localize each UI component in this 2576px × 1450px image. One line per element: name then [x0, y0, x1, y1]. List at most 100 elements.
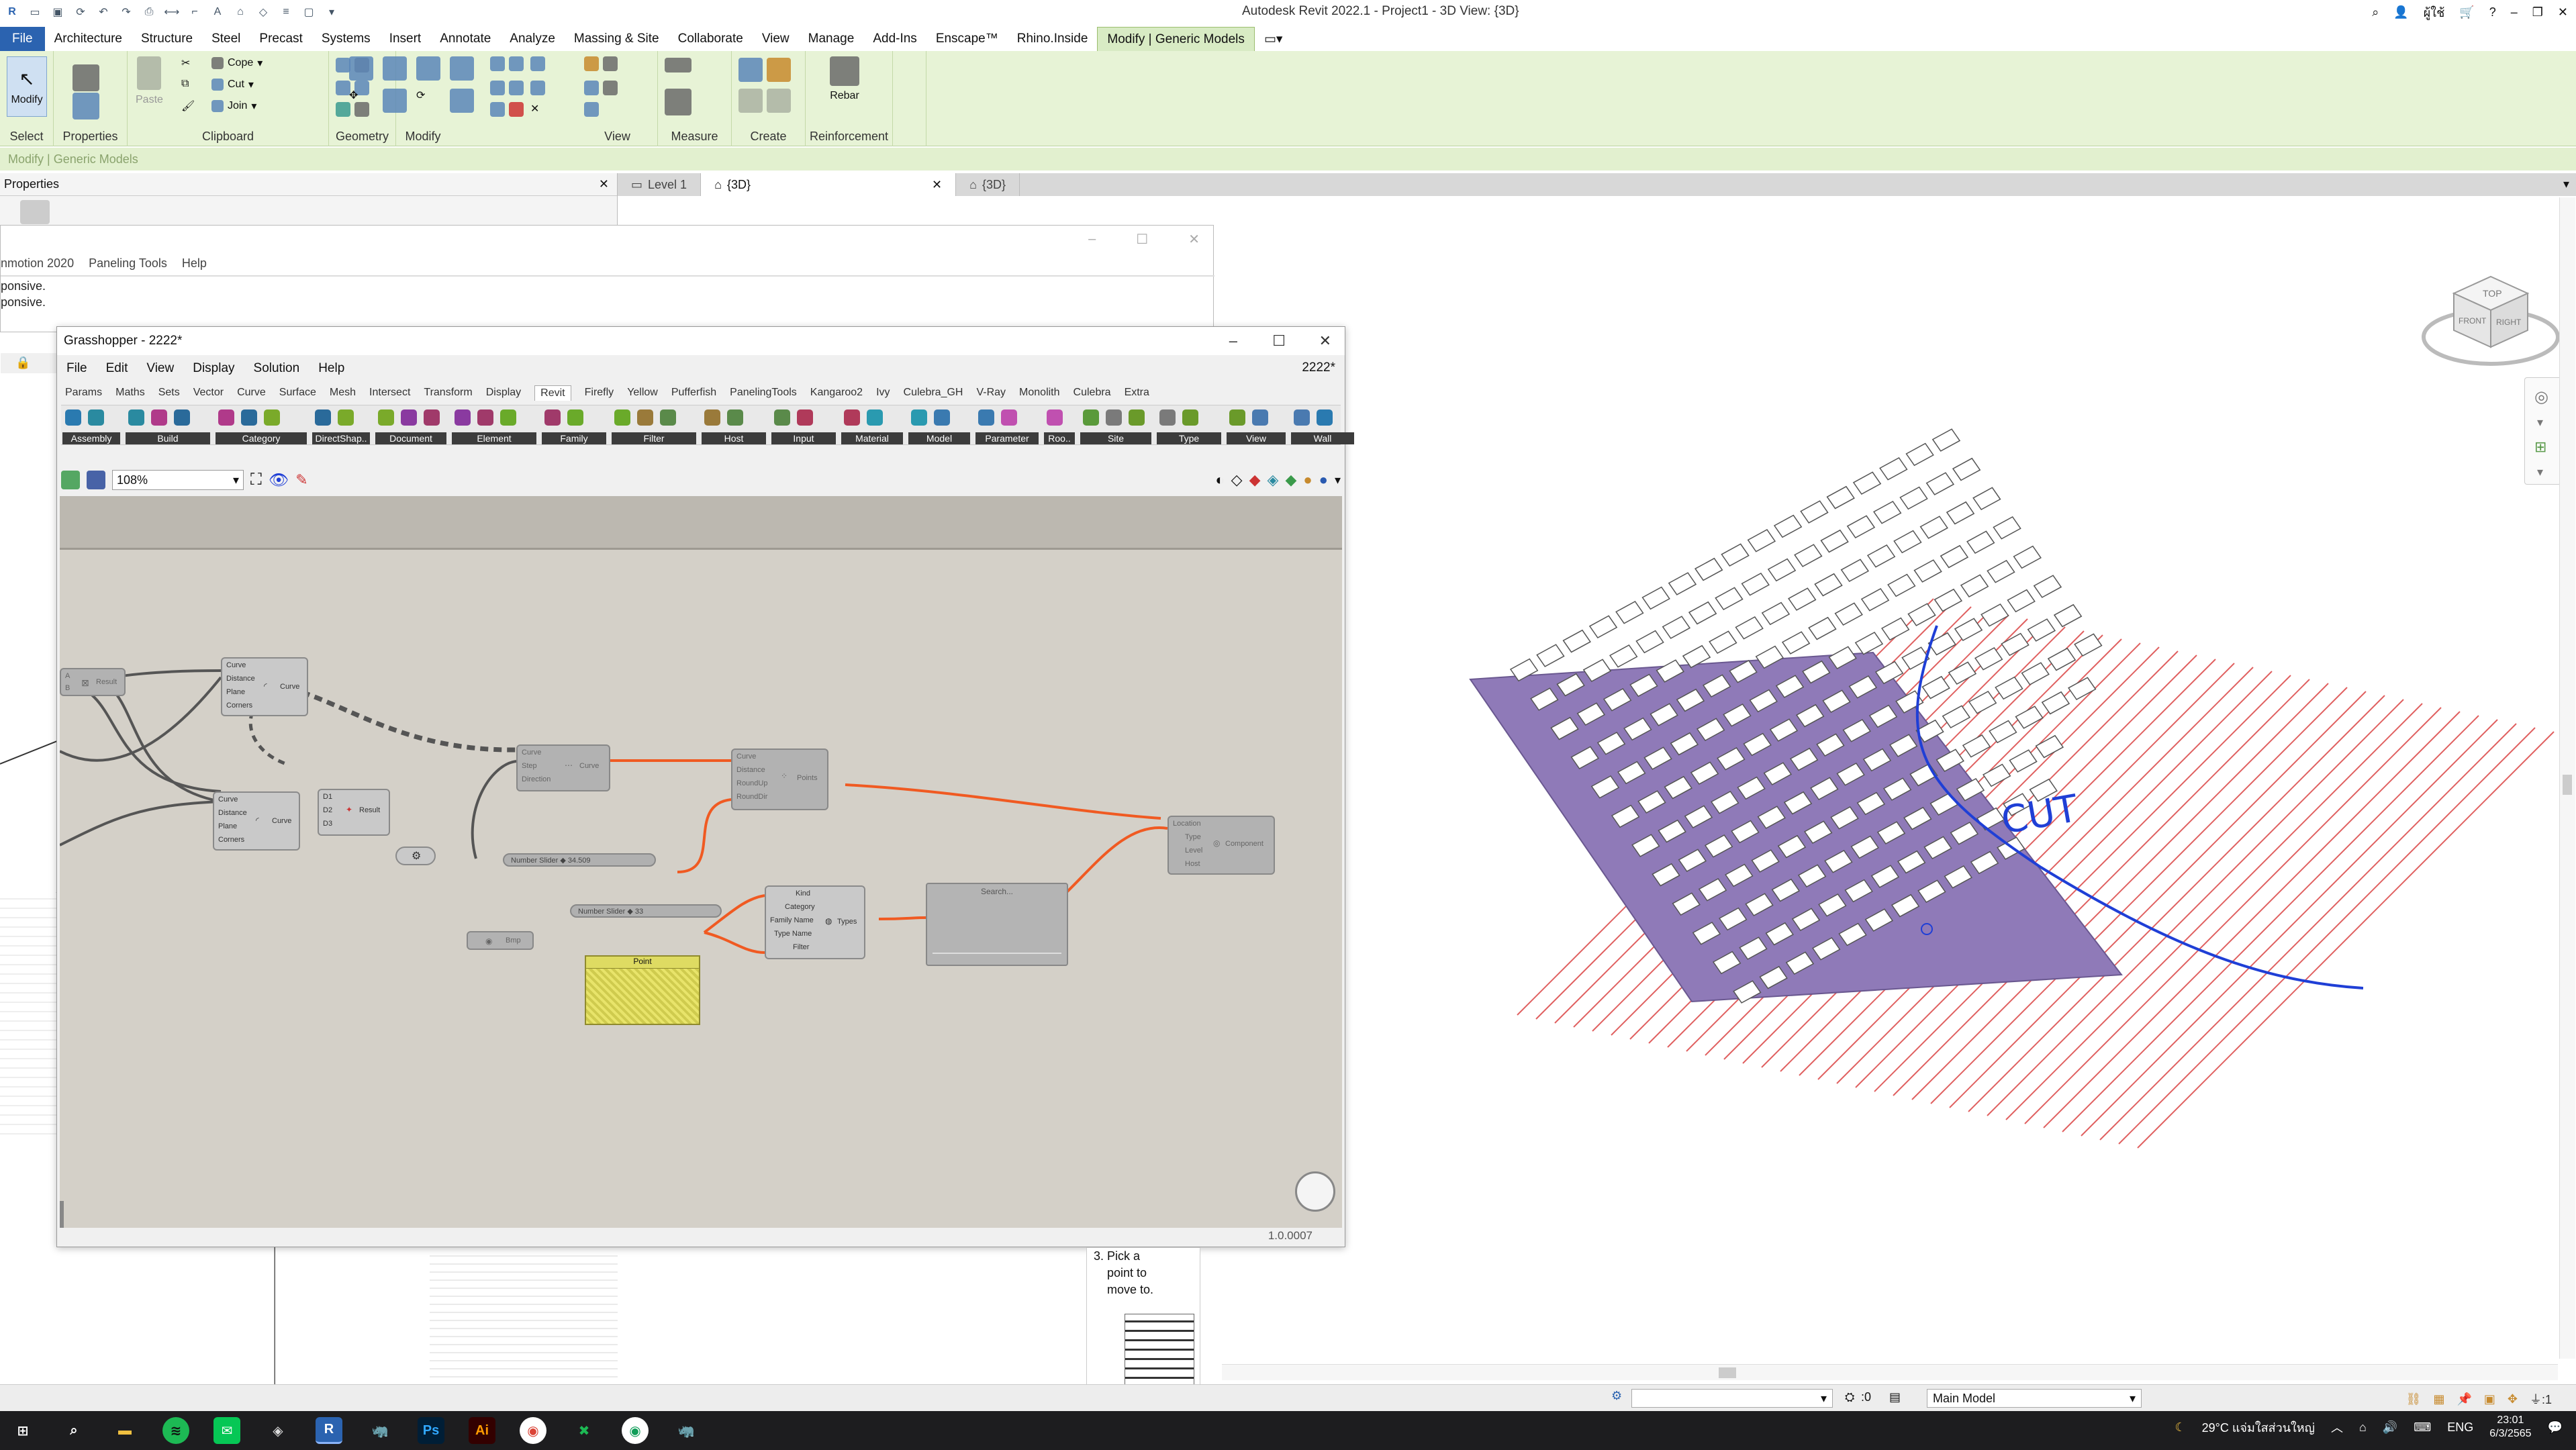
minimize-icon[interactable]: –	[2511, 5, 2518, 19]
gh-tab-monolith[interactable]: Monolith	[1019, 387, 1059, 399]
gh-zoom-extents-icon[interactable]: ⛶	[250, 471, 262, 489]
panel-tile[interactable]	[1840, 559, 1870, 583]
gh-result-node-1[interactable]: A B ⊠ Result	[60, 668, 126, 696]
panel-tile[interactable]	[1942, 705, 1971, 729]
gh-tab-culebra[interactable]: Culebra	[1074, 387, 1111, 399]
gh-preview-none-icon[interactable]: ◇	[1231, 471, 1243, 489]
gh-component-icon[interactable]	[218, 409, 234, 426]
gh-component-icon[interactable]	[338, 409, 354, 426]
redo-icon[interactable]: ↷	[118, 4, 134, 20]
gh-tab-maths[interactable]: Maths	[115, 387, 145, 399]
gh-maximize-icon[interactable]: ☐	[1272, 332, 1286, 350]
gh-menu-help[interactable]: Help	[318, 361, 344, 376]
panel-tile[interactable]	[1887, 573, 1916, 597]
tab-rhino-inside[interactable]: Rhino.Inside	[1008, 27, 1098, 51]
gh-group-label[interactable]: DirectShap..	[312, 432, 370, 444]
user-icon[interactable]: 👤	[2393, 5, 2408, 19]
clock[interactable]: 23:01 6/3/2565	[2489, 1414, 2531, 1441]
nav-dropdown-icon-2[interactable]: ▾	[2537, 465, 2543, 479]
select-pinned-icon[interactable]: 📌	[2456, 1392, 2471, 1406]
gh-component-icon[interactable]	[455, 409, 471, 426]
gh-result-node-2[interactable]: D1 D2 D3 ✦ Result	[318, 789, 390, 836]
gh-sphere-icon[interactable]: ●	[1319, 471, 1328, 489]
gh-group-label[interactable]: Element	[452, 432, 536, 444]
gh-component-icon[interactable]	[1047, 409, 1063, 426]
line-icon[interactable]: ✉	[213, 1417, 240, 1444]
tab-view[interactable]: View	[753, 27, 799, 51]
panel-tile[interactable]	[1913, 559, 1942, 583]
panel-tile[interactable]	[1925, 472, 1955, 495]
gh-component-icon[interactable]	[867, 409, 883, 426]
gh-preview-dropdown-icon[interactable]: ▾	[1335, 473, 1341, 487]
gh-preview-shaded-icon[interactable]: ◆	[1249, 471, 1261, 489]
keyboard-icon[interactable]: ⌨	[2414, 1420, 2431, 1435]
user-name[interactable]: ผู้ใช้	[2424, 3, 2445, 22]
pin-icon[interactable]	[530, 56, 545, 71]
panel-tile[interactable]	[1954, 618, 1983, 642]
panel-tile[interactable]	[2053, 603, 2083, 628]
gh-group-label[interactable]: Document	[375, 432, 446, 444]
file-explorer-icon[interactable]: ▬	[111, 1417, 138, 1444]
gh-tab-ivy[interactable]: Ivy	[876, 387, 890, 399]
panel-tile[interactable]	[1993, 516, 2021, 540]
panel-tile[interactable]	[2007, 589, 2036, 613]
delete-icon[interactable]: ✕	[530, 102, 539, 115]
move-icon[interactable]: ✥	[349, 89, 358, 102]
panel-tile[interactable]	[2013, 545, 2042, 569]
array-icon[interactable]	[490, 81, 524, 95]
gh-component-icon[interactable]	[1252, 409, 1268, 426]
offset-icon[interactable]	[383, 56, 407, 81]
rhino-menu-plugin[interactable]: nmotion 2020	[1, 256, 74, 271]
panel-tile[interactable]	[1952, 457, 1981, 481]
panel-tile[interactable]	[1919, 516, 1948, 539]
restore-icon[interactable]: ❐	[2532, 5, 2543, 19]
gh-types-node[interactable]: Kind Category Family Name Type Name Filt…	[765, 885, 865, 959]
panel-tile[interactable]	[2009, 749, 2038, 773]
panel-tile[interactable]	[1794, 544, 1823, 567]
panel-tile[interactable]	[1562, 629, 1591, 653]
gh-component-icon[interactable]	[401, 409, 417, 426]
gh-tab-v-ray[interactable]: V-Ray	[976, 387, 1006, 399]
weather-text[interactable]: 29°C แจ่มใสส่วนใหญ่	[2202, 1418, 2315, 1437]
tab-manage[interactable]: Manage	[799, 27, 864, 51]
rhino-close-icon[interactable]: ✕	[1188, 231, 1200, 248]
gh-component-icon[interactable]	[1229, 409, 1245, 426]
gh-divide-node[interactable]: Curve Step Direction ⋯ Curve	[516, 744, 610, 791]
gh-tab-params[interactable]: Params	[65, 387, 102, 399]
nav-dropdown-icon[interactable]: ▾	[2537, 416, 2543, 430]
gh-component-icon[interactable]	[128, 409, 144, 426]
panel-tile[interactable]	[1788, 587, 1817, 611]
gh-tab-extra[interactable]: Extra	[1125, 387, 1149, 399]
horizontal-scroll-thumb[interactable]	[1719, 1367, 1736, 1378]
select-by-face-icon[interactable]: ▣	[2484, 1392, 2495, 1406]
gh-component-icon[interactable]	[978, 409, 994, 426]
gh-group-label[interactable]: View	[1227, 432, 1286, 444]
join-button[interactable]: Join ▾	[211, 99, 256, 113]
gh-bmp-node[interactable]: ◉ Bmp	[467, 931, 534, 950]
mirror-line-icon[interactable]	[450, 56, 474, 81]
unpin-icon[interactable]	[530, 81, 545, 95]
gh-panel-node[interactable]: Point	[585, 955, 700, 1025]
panel-tile[interactable]	[1609, 644, 1638, 668]
gh-group-label[interactable]: Build	[126, 432, 210, 444]
notification-icon[interactable]: 💬	[2548, 1420, 2563, 1435]
view-tabs-menu-icon[interactable]: ▾	[2563, 177, 2569, 191]
linework-icon[interactable]	[584, 102, 599, 117]
rhino-taskbar-icon[interactable]: 🦏	[367, 1417, 393, 1444]
tab-level-1[interactable]: ▭ Level 1	[618, 173, 702, 196]
gh-component-icon[interactable]	[65, 409, 81, 426]
text-icon[interactable]: A	[209, 4, 226, 20]
photoshop-icon[interactable]: Ps	[418, 1417, 444, 1444]
copy-clip-button[interactable]: ⧉	[181, 78, 189, 90]
panel-tile[interactable]	[1688, 601, 1717, 625]
gh-tab-culebra-gh[interactable]: Culebra_GH	[904, 387, 963, 399]
tab-file[interactable]: File	[0, 27, 45, 51]
gh-component-icon[interactable]	[704, 409, 720, 426]
gh-component-icon[interactable]	[315, 409, 331, 426]
gh-points-node[interactable]: Curve Distance RoundUp RoundDir ⁘ Points	[731, 748, 828, 810]
gh-preview-wire-icon[interactable]: ◐	[1215, 471, 1224, 489]
panel-tile[interactable]	[2074, 633, 2103, 657]
active-model-select[interactable]: Main Model ▾	[1927, 1389, 2142, 1408]
gh-component-icon[interactable]	[727, 409, 743, 426]
gh-minimize-icon[interactable]: –	[1229, 332, 1237, 350]
